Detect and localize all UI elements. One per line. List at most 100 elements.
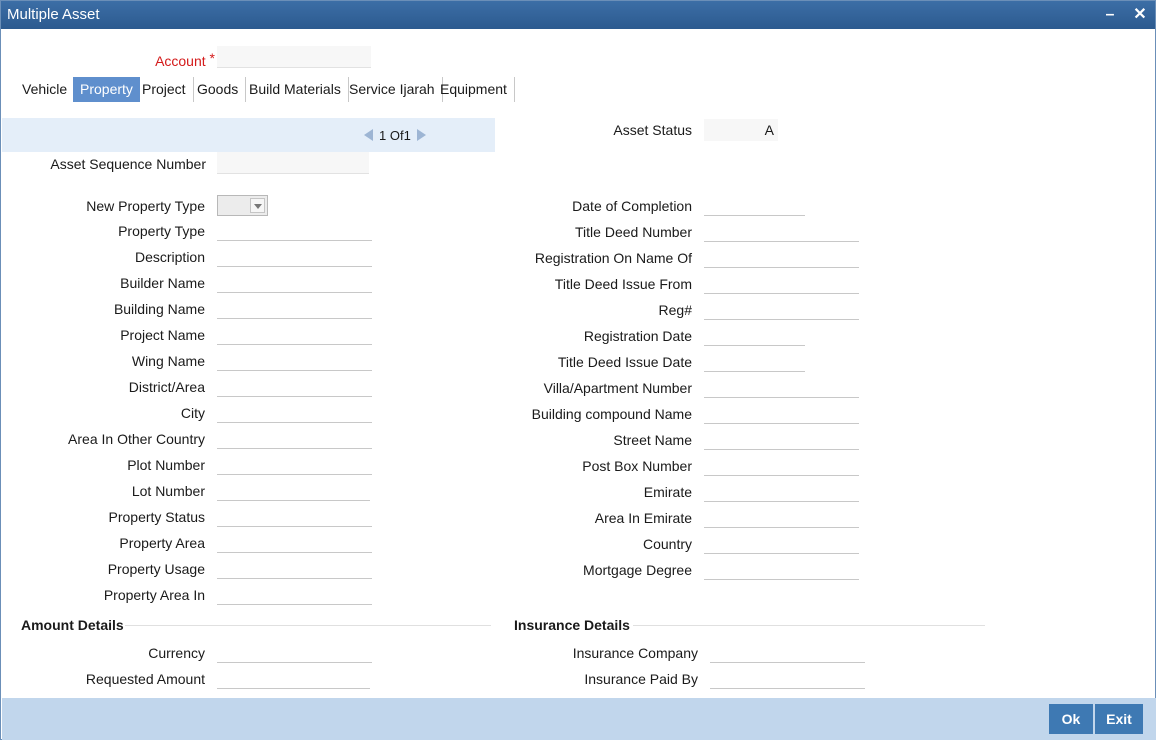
- previous-record-icon[interactable]: [364, 129, 373, 141]
- builder-name-label: Builder Name: [120, 275, 205, 291]
- insurance-company-field[interactable]: [710, 641, 865, 663]
- villa-apartment-number-label: Villa/Apartment Number: [543, 380, 692, 396]
- date-of-completion-label: Date of Completion: [572, 198, 692, 214]
- date-of-completion-field[interactable]: [704, 194, 805, 216]
- asset-sequence-field[interactable]: [217, 152, 369, 174]
- description-field[interactable]: [217, 245, 372, 267]
- currency-label: Currency: [148, 645, 205, 661]
- currency-field[interactable]: [217, 641, 372, 663]
- tab-vehicle[interactable]: Vehicle: [15, 77, 76, 102]
- district-area-field[interactable]: [217, 375, 372, 397]
- footer-bar: Ok Exit: [2, 698, 1156, 740]
- title-deed-number-label: Title Deed Number: [575, 224, 692, 240]
- post-box-number-label: Post Box Number: [582, 458, 692, 474]
- lot-number-label: Lot Number: [131, 483, 205, 499]
- property-usage-field[interactable]: [217, 557, 372, 579]
- emirate-field[interactable]: [704, 480, 859, 502]
- property-status-label: Property Status: [108, 509, 206, 525]
- property-usage-label: Property Usage: [107, 561, 205, 577]
- tab-property[interactable]: Property: [73, 77, 140, 102]
- villa-apartment-number-field[interactable]: [704, 376, 859, 398]
- insurance-details-divider: [633, 625, 985, 626]
- tab-build-materials[interactable]: Build Materials: [242, 77, 349, 102]
- title-bar: Multiple Asset – ✕: [1, 1, 1155, 29]
- plot-number-label: Plot Number: [127, 457, 205, 473]
- property-type-label: Property Type: [118, 223, 205, 239]
- property-area-field[interactable]: [217, 531, 372, 553]
- building-name-field[interactable]: [217, 297, 372, 319]
- insurance-paid-by-label: Insurance Paid By: [584, 671, 698, 687]
- tab-goods[interactable]: Goods: [190, 77, 247, 102]
- asset-status-label: Asset Status: [613, 122, 692, 138]
- minimize-icon[interactable]: –: [1099, 4, 1121, 26]
- amount-details-heading: Amount Details: [21, 617, 124, 633]
- city-field[interactable]: [217, 401, 372, 423]
- insurance-paid-by-field[interactable]: [710, 667, 865, 689]
- amount-details-divider: [125, 625, 491, 626]
- account-field[interactable]: [217, 46, 371, 68]
- property-status-field[interactable]: [217, 505, 372, 527]
- pager-total: 1: [403, 128, 411, 143]
- insurance-company-label: Insurance Company: [572, 645, 698, 661]
- country-label: Country: [642, 536, 692, 552]
- registration-date-field[interactable]: [704, 324, 805, 346]
- street-name-field[interactable]: [704, 428, 859, 450]
- district-area-label: District/Area: [128, 379, 205, 395]
- title-deed-issue-date-field[interactable]: [704, 350, 805, 372]
- asset-status-field[interactable]: A: [704, 119, 778, 141]
- tab-project[interactable]: Project: [135, 77, 194, 102]
- record-pager-bar: 1 Of1: [2, 118, 495, 152]
- title-deed-issue-date-label: Title Deed Issue Date: [557, 354, 692, 370]
- area-in-emirate-label: Area In Emirate: [594, 510, 692, 526]
- builder-name-field[interactable]: [217, 271, 372, 293]
- post-box-number-field[interactable]: [704, 454, 859, 476]
- registration-on-name-of-field[interactable]: [704, 246, 859, 268]
- country-field[interactable]: [704, 532, 859, 554]
- next-record-icon[interactable]: [416, 129, 426, 141]
- account-label: Account *: [155, 50, 215, 69]
- insurance-details-heading: Insurance Details: [514, 617, 630, 633]
- property-type-field[interactable]: [217, 219, 372, 241]
- property-area-label: Property Area: [119, 535, 205, 551]
- ok-button[interactable]: Ok: [1049, 704, 1093, 734]
- property-area-in-label: Property Area In: [103, 587, 205, 603]
- asset-sequence-label: Asset Sequence Number: [50, 156, 206, 172]
- city-label: City: [180, 405, 205, 421]
- emirate-label: Emirate: [643, 484, 692, 500]
- window-title: Multiple Asset: [7, 6, 100, 23]
- new-property-type-select[interactable]: [217, 195, 268, 216]
- requested-amount-field[interactable]: [217, 667, 370, 689]
- wing-name-field[interactable]: [217, 349, 372, 371]
- title-deed-issue-from-label: Title Deed Issue From: [554, 276, 692, 292]
- project-name-field[interactable]: [217, 323, 372, 345]
- mortgage-degree-field[interactable]: [704, 558, 859, 580]
- property-area-in-field[interactable]: [217, 583, 372, 605]
- multiple-asset-window: Multiple Asset – ✕ Account * Vehicle Pro…: [0, 0, 1156, 740]
- building-name-label: Building Name: [113, 301, 205, 317]
- tab-equipment[interactable]: Equipment: [433, 77, 515, 102]
- title-deed-issue-from-field[interactable]: [704, 272, 859, 294]
- building-compound-name-label: Building compound Name: [531, 406, 692, 422]
- project-name-label: Project Name: [120, 327, 205, 343]
- registration-date-label: Registration Date: [583, 328, 692, 344]
- building-compound-name-field[interactable]: [704, 402, 859, 424]
- reg-number-label: Reg#: [658, 302, 692, 318]
- street-name-label: Street Name: [613, 432, 692, 448]
- area-in-emirate-field[interactable]: [704, 506, 859, 528]
- area-in-other-country-field[interactable]: [217, 427, 372, 449]
- exit-button[interactable]: Exit: [1095, 704, 1143, 734]
- chevron-down-icon[interactable]: [250, 198, 265, 213]
- pager-of-label: Of: [389, 128, 404, 143]
- mortgage-degree-label: Mortgage Degree: [583, 562, 692, 578]
- new-property-type-label: New Property Type: [86, 198, 205, 214]
- reg-number-field[interactable]: [704, 298, 859, 320]
- registration-on-name-of-label: Registration On Name Of: [534, 250, 692, 266]
- plot-number-field[interactable]: [217, 453, 372, 475]
- title-deed-number-field[interactable]: [704, 220, 859, 242]
- requested-amount-label: Requested Amount: [85, 671, 205, 687]
- close-icon[interactable]: ✕: [1129, 4, 1151, 26]
- tab-service-ijarah[interactable]: Service Ijarah: [342, 77, 443, 102]
- description-label: Description: [134, 249, 205, 265]
- lot-number-field[interactable]: [217, 479, 370, 501]
- record-pager: 1 Of1: [364, 128, 426, 143]
